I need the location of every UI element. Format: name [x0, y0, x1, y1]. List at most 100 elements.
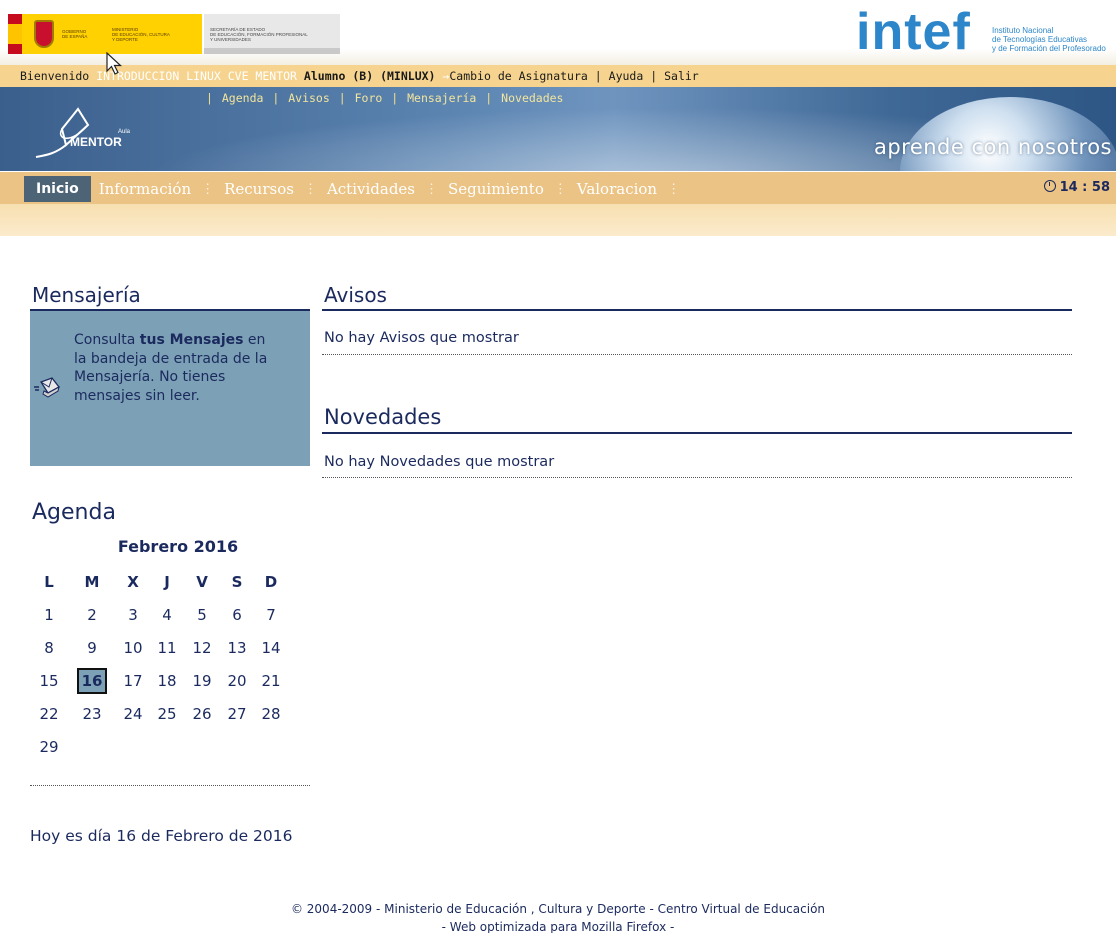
calendar-day[interactable]: 28 — [254, 698, 288, 731]
calendar-day[interactable]: 5 — [184, 599, 220, 632]
calendar-day[interactable]: 13 — [220, 632, 254, 665]
calendar-day[interactable]: 4 — [150, 599, 184, 632]
calendar-week-row: 8 9 10 11 12 13 14 — [30, 632, 288, 665]
calendar-empty-cell — [220, 731, 254, 764]
separator: | — [206, 91, 213, 105]
calendar-empty-cell — [150, 731, 184, 764]
agenda-title: Agenda — [32, 500, 116, 525]
calendar-day[interactable]: 10 — [116, 632, 150, 665]
footer: © 2004-2009 - Ministerio de Educación , … — [0, 900, 1116, 933]
exit-link[interactable]: Salir — [664, 69, 699, 83]
calendar-empty-cell — [254, 731, 288, 764]
banner-link-mensajeria[interactable]: Mensajería — [407, 91, 476, 105]
mensajes-link[interactable]: tus Mensajes — [140, 332, 244, 348]
calendar-day[interactable]: 7 — [254, 599, 288, 632]
flag-stripe — [8, 14, 22, 54]
tab-informacion[interactable]: Información — [91, 176, 199, 202]
calendar-day[interactable]: 9 — [68, 632, 116, 665]
calendar-empty-cell — [184, 731, 220, 764]
calendar-today[interactable]: 16 — [77, 668, 107, 694]
tab-valoracion[interactable]: Valoracion — [569, 176, 665, 202]
mensajeria-text-pre: Consulta — [74, 332, 140, 348]
mouse-cursor-icon — [106, 52, 123, 75]
calendar-day[interactable]: 16 — [68, 665, 116, 698]
calendar-day[interactable]: 29 — [30, 731, 68, 764]
novedades-empty: No hay Novedades que mostrar — [324, 454, 555, 470]
banner-link-avisos[interactable]: Avisos — [288, 91, 330, 105]
calendar-weekday-row: LMXJVSD — [30, 566, 288, 599]
calendar-day[interactable]: 15 — [30, 665, 68, 698]
calendar-day[interactable]: 21 — [254, 665, 288, 698]
calendar-day[interactable]: 23 — [68, 698, 116, 731]
calendar-day[interactable]: 11 — [150, 632, 184, 665]
change-subject-link[interactable]: Cambio de Asignatura — [449, 69, 587, 83]
divider — [30, 785, 310, 786]
intef-subtitle-line: y de Formación del Profesorado — [992, 44, 1106, 53]
tab-seguimiento[interactable]: Seguimiento — [440, 176, 552, 202]
calendar-day[interactable]: 27 — [220, 698, 254, 731]
calendar-weekday: D — [264, 573, 278, 591]
calendar-day[interactable]: 6 — [220, 599, 254, 632]
separator: | — [650, 69, 658, 83]
calendar-week-row: 22 23 24 25 26 27 28 — [30, 698, 288, 731]
separator: | — [338, 91, 346, 105]
calendar-day[interactable]: 22 — [30, 698, 68, 731]
calendar-weekday: X — [127, 573, 139, 591]
calendar-day[interactable]: 25 — [150, 698, 184, 731]
mail-icon — [34, 377, 60, 398]
clock-icon — [1043, 180, 1056, 192]
avisos-title: Avisos — [324, 283, 387, 307]
sub-nav-bar — [0, 204, 1116, 236]
session-clock: 14 : 58 — [1043, 172, 1110, 204]
tab-inicio[interactable]: Inicio — [24, 176, 91, 202]
banner-link-foro[interactable]: Foro — [355, 91, 383, 105]
tab-actividades[interactable]: Actividades — [319, 176, 423, 202]
calendar-weekday: S — [231, 573, 243, 591]
footer-browser-note: - Web optimizada para Mozilla Firefox - — [441, 920, 675, 933]
calendar-weekday: M — [84, 573, 100, 591]
intef-subtitle: Instituto Nacional de Tecnologías Educat… — [992, 26, 1116, 53]
calendar-day[interactable]: 2 — [68, 599, 116, 632]
mensajeria-panel: Consulta tus Mensajes en la bandeja de e… — [30, 309, 310, 466]
logo-bar: GOBIERNO DE ESPAÑA MINISTERIO DE EDUCACI… — [0, 0, 1116, 65]
gov-text-line: DE ESPAÑA — [62, 34, 88, 39]
course-name: INTRODUCCION LINUX CVE MENTOR — [96, 69, 297, 83]
help-link[interactable]: Ayuda — [609, 69, 644, 83]
divider — [322, 477, 1072, 478]
calendar-day[interactable]: 19 — [184, 665, 220, 698]
user-bar: Bienvenido INTRODUCCION LINUX CVE MENTOR… — [0, 65, 1116, 87]
calendar-weekday: V — [196, 573, 208, 591]
calendar-day[interactable]: 8 — [30, 632, 68, 665]
calendar-day[interactable]: 17 — [116, 665, 150, 698]
banner-link-agenda[interactable]: Agenda — [222, 91, 264, 105]
separator: | — [485, 91, 493, 105]
calendar-day[interactable]: 3 — [116, 599, 150, 632]
calendar-day[interactable]: 12 — [184, 632, 220, 665]
calendar-day[interactable]: 1 — [30, 599, 68, 632]
banner-link-novedades[interactable]: Novedades — [501, 91, 563, 105]
calendar-week-row: 1234567 — [30, 599, 288, 632]
tab-recursos[interactable]: Recursos — [216, 176, 302, 202]
secretary-logo: SECRETARÍA DE ESTADO DE EDUCACIÓN, FORMA… — [204, 14, 340, 54]
calendar-week-row: 15 16 17 18 19 20 21 — [30, 665, 288, 698]
coat-of-arms-icon — [34, 20, 54, 48]
divider — [322, 354, 1072, 355]
mensajeria-text: Consulta tus Mensajes en la bandeja de e… — [74, 331, 274, 405]
student-name: Alumno (B) (MINLUX) — [303, 69, 436, 83]
calendar-weekday: L — [44, 573, 54, 591]
separator: ⋮ — [425, 181, 439, 197]
clock-time: 14 : 58 — [1059, 180, 1110, 195]
intef-subtitle-line: de Tecnologías Educativas — [992, 35, 1088, 44]
header-banner: Aula MENTOR | Agenda | Avisos | Foro | M… — [0, 87, 1116, 171]
avisos-empty: No hay Avisos que mostrar — [324, 330, 519, 346]
mensajeria-title: Mensajería — [32, 283, 141, 307]
calendar-week-row: 29 — [30, 731, 288, 764]
calendar-day[interactable]: 18 — [150, 665, 184, 698]
ministry-text-line: Y DEPORTE — [112, 37, 138, 42]
calendar-day[interactable]: 14 — [254, 632, 288, 665]
slogan: aprende con nosotros — [873, 135, 1112, 159]
calendar-day[interactable]: 26 — [184, 698, 220, 731]
calendar-day[interactable]: 20 — [220, 665, 254, 698]
calendar-day[interactable]: 24 — [116, 698, 150, 731]
separator: | — [272, 91, 280, 105]
